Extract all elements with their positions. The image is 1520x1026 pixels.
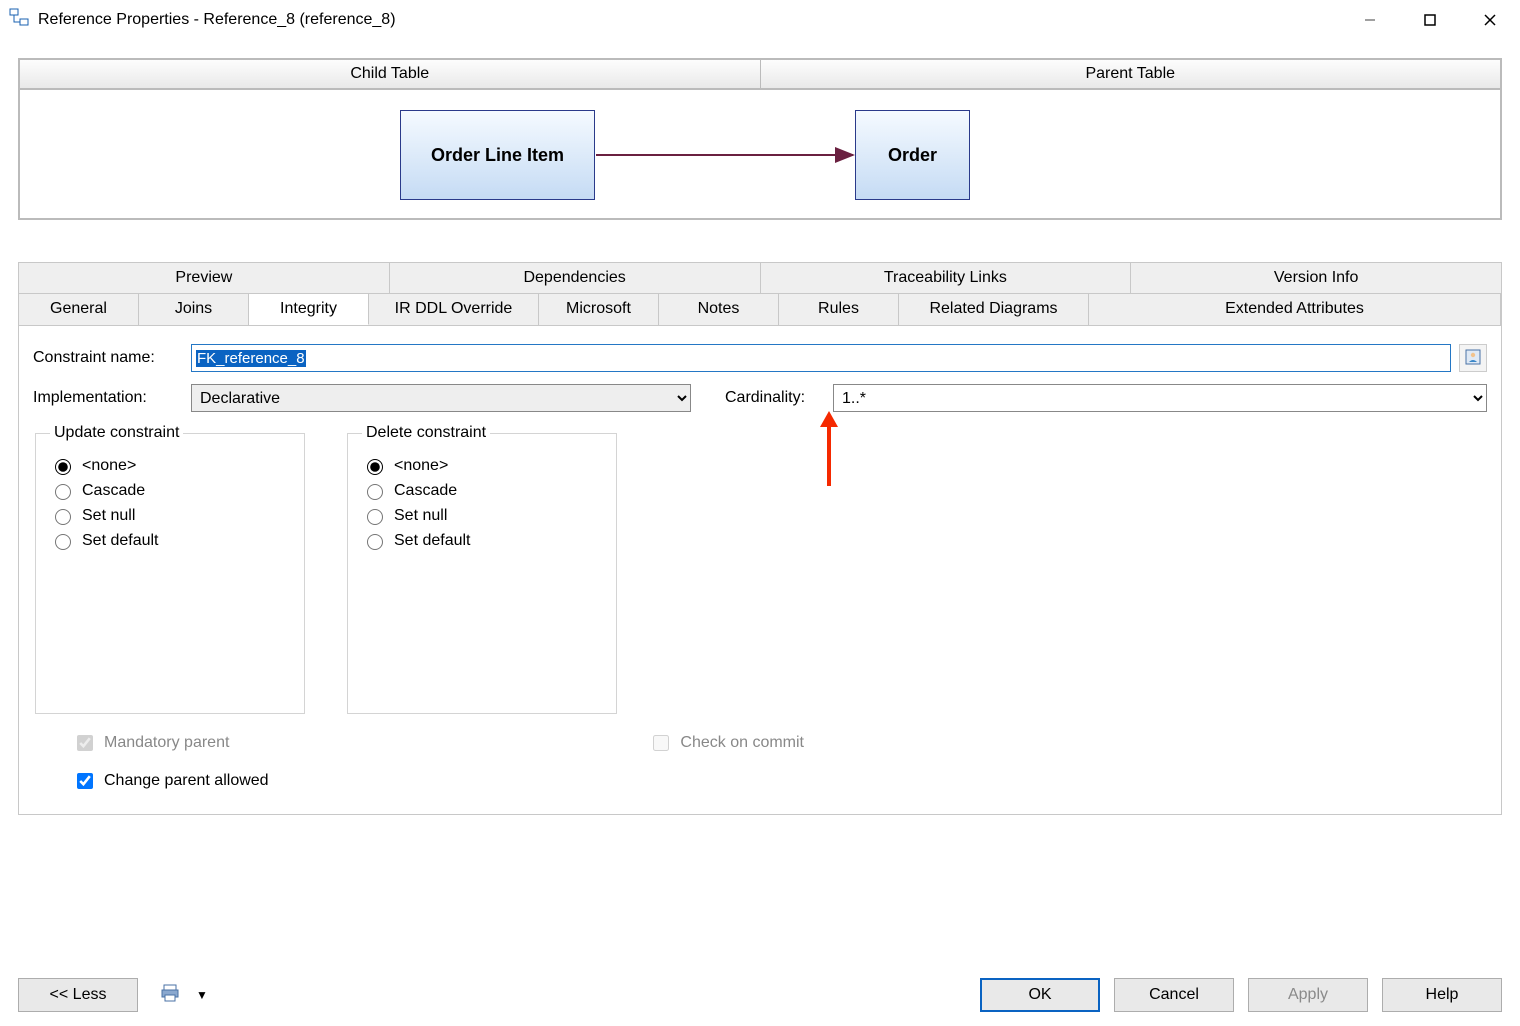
tab-preview[interactable]: Preview: [19, 263, 390, 294]
check-on-commit-checkbox: Check on commit: [649, 732, 804, 754]
constraint-name-input[interactable]: FK_reference_8: [191, 344, 1451, 372]
tab-version-info[interactable]: Version Info: [1131, 263, 1501, 294]
print-dropdown-caret-icon[interactable]: ▼: [196, 988, 208, 1002]
tab-dependencies[interactable]: Dependencies: [390, 263, 761, 294]
cardinality-label: Cardinality:: [725, 389, 825, 407]
update-setnull-radio[interactable]: Set null: [50, 506, 290, 525]
apply-button: Apply: [1248, 978, 1368, 1012]
app-icon: [8, 7, 30, 33]
close-button[interactable]: [1460, 0, 1520, 40]
delete-constraint-legend: Delete constraint: [362, 424, 490, 442]
update-constraint-group: Update constraint <none> Cascade Set nul…: [35, 424, 305, 714]
delete-setdefault-radio[interactable]: Set default: [362, 531, 602, 550]
tab-notes[interactable]: Notes: [659, 294, 779, 325]
cancel-button[interactable]: Cancel: [1114, 978, 1234, 1012]
tab-joins[interactable]: Joins: [139, 294, 249, 325]
relation-arrow-icon: [20, 90, 1500, 218]
parent-table-header: Parent Table: [761, 60, 1501, 88]
update-cascade-radio[interactable]: Cascade: [50, 481, 290, 500]
annotation-arrow-icon: [814, 411, 844, 495]
delete-cascade-radio[interactable]: Cascade: [362, 481, 602, 500]
print-button[interactable]: [156, 981, 184, 1009]
user-action-button[interactable]: [1459, 344, 1487, 372]
tab-traceability[interactable]: Traceability Links: [761, 263, 1132, 294]
implementation-select[interactable]: Declarative: [191, 384, 691, 412]
dialog-footer: << Less ▼ OK Cancel Apply Help: [0, 968, 1520, 1026]
relation-header: Child Table Parent Table: [18, 58, 1502, 90]
tab-microsoft[interactable]: Microsoft: [539, 294, 659, 325]
tab-extended-attributes[interactable]: Extended Attributes: [1089, 294, 1501, 325]
parent-entity-box[interactable]: Order: [855, 110, 970, 200]
user-icon: [1465, 349, 1481, 368]
less-button[interactable]: << Less: [18, 978, 138, 1012]
ok-button[interactable]: OK: [980, 978, 1100, 1012]
child-table-header: Child Table: [20, 60, 761, 88]
minimize-button[interactable]: [1340, 0, 1400, 40]
update-none-radio[interactable]: <none>: [50, 456, 290, 475]
tab-row-1: Preview Dependencies Traceability Links …: [18, 262, 1502, 294]
maximize-button[interactable]: [1400, 0, 1460, 40]
update-setdefault-radio[interactable]: Set default: [50, 531, 290, 550]
relation-diagram: Order Line Item Order: [18, 90, 1502, 220]
change-parent-allowed-checkbox[interactable]: Change parent allowed: [73, 770, 1487, 792]
titlebar: Reference Properties - Reference_8 (refe…: [0, 0, 1520, 40]
delete-setnull-radio[interactable]: Set null: [362, 506, 602, 525]
help-button[interactable]: Help: [1382, 978, 1502, 1012]
constraint-name-label: Constraint name:: [33, 349, 183, 367]
mandatory-parent-checkbox: Mandatory parent: [73, 732, 229, 754]
tab-ir-ddl-override[interactable]: IR DDL Override: [369, 294, 539, 325]
window-title: Reference Properties - Reference_8 (refe…: [38, 11, 396, 29]
delete-none-radio[interactable]: <none>: [362, 456, 602, 475]
integrity-tab-body: Constraint name: FK_reference_8 Implem: [18, 326, 1502, 815]
tab-general[interactable]: General: [19, 294, 139, 325]
child-entity-box[interactable]: Order Line Item: [400, 110, 595, 200]
implementation-label: Implementation:: [33, 389, 183, 407]
tab-rules[interactable]: Rules: [779, 294, 899, 325]
update-constraint-legend: Update constraint: [50, 424, 183, 442]
constraint-name-value: FK_reference_8: [196, 350, 306, 367]
tab-related-diagrams[interactable]: Related Diagrams: [899, 294, 1089, 325]
cardinality-select[interactable]: 1..*: [833, 384, 1487, 412]
print-icon: [160, 983, 180, 1008]
dialog-window: Reference Properties - Reference_8 (refe…: [0, 0, 1520, 1026]
delete-constraint-group: Delete constraint <none> Cascade Set nul…: [347, 424, 617, 714]
tab-row-2: General Joins Integrity IR DDL Override …: [18, 294, 1502, 325]
tab-integrity[interactable]: Integrity: [249, 294, 369, 325]
